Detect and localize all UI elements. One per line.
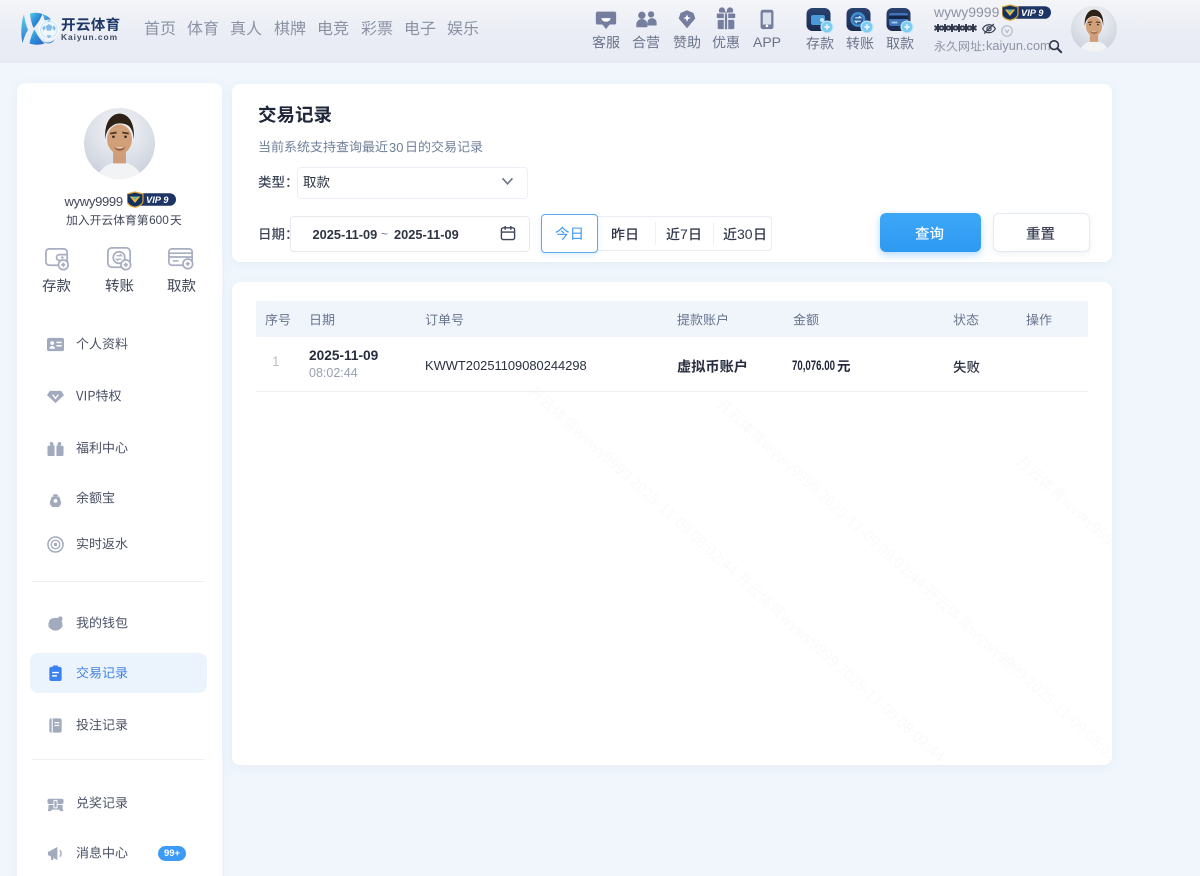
svg-text:VIP 9: VIP 9: [1021, 8, 1044, 18]
svg-text:VIP 9: VIP 9: [146, 195, 169, 205]
